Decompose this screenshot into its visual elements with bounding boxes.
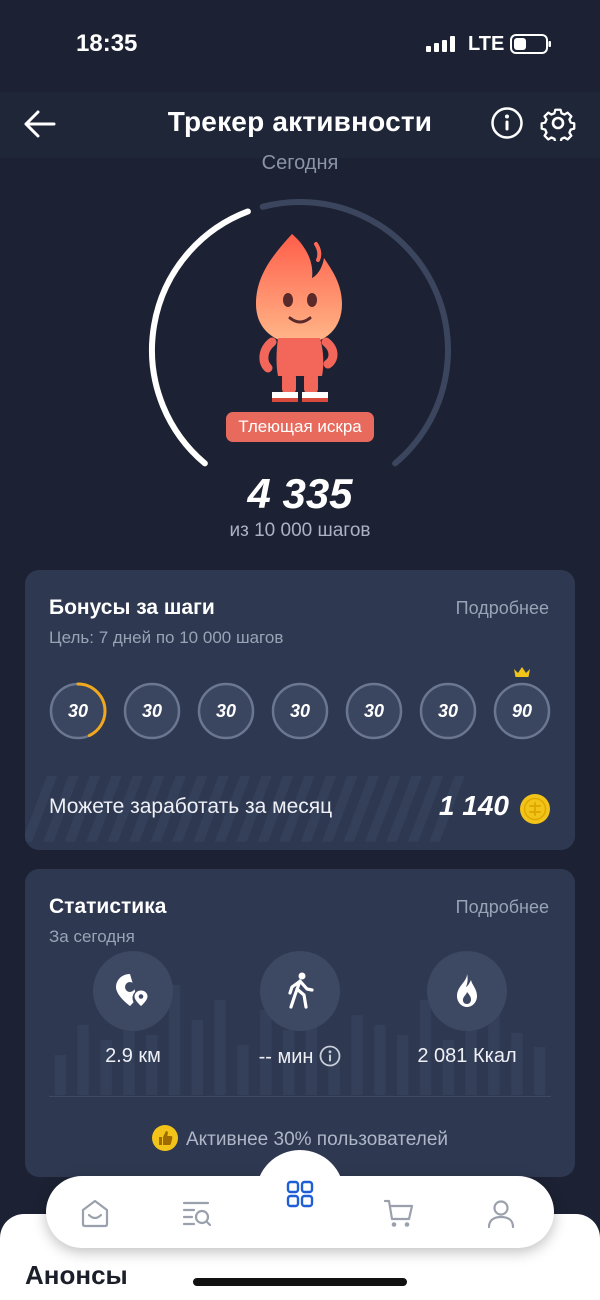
- bonus-card-title: Бонусы за шаги: [49, 596, 215, 619]
- bonus-day-circle: 30: [123, 682, 181, 740]
- steps-count: 4 335: [247, 470, 353, 517]
- status-bar: 18:35 LTE: [0, 0, 600, 90]
- bonus-day-value: 90: [511, 701, 533, 721]
- level-badge: Тлеющая искра: [226, 412, 374, 442]
- walking-person-icon: [288, 972, 314, 1009]
- stat-distance-circle: [93, 951, 173, 1031]
- battery-icon: [510, 34, 551, 54]
- bonus-day-value: 30: [289, 701, 311, 721]
- apps-grid-icon: [286, 1180, 314, 1208]
- stats-card-title: Статистика: [49, 895, 167, 918]
- period-label: Сегодня: [261, 152, 339, 174]
- steps-goal: из 10 000 шагов: [229, 520, 371, 541]
- home-icon[interactable]: [78, 1196, 112, 1230]
- bonus-card-subtitle: Цель: 7 дней по 10 000 шагов: [49, 628, 284, 647]
- stat-duration-circle: [260, 951, 340, 1031]
- cart-icon[interactable]: [382, 1196, 416, 1230]
- bonus-day-circle: 30: [271, 682, 329, 740]
- stat-distance: 2.9 км: [73, 951, 193, 1081]
- info-icon[interactable]: [490, 106, 524, 140]
- activity-comparison: Активнее 30% пользователей: [25, 1125, 575, 1151]
- bonus-day-circle: 30: [197, 682, 255, 740]
- bonus-day-circle: 30: [345, 682, 403, 740]
- bonus-day-value: 30: [141, 701, 163, 721]
- info-icon[interactable]: [319, 1045, 341, 1067]
- thumbs-up-icon: [151, 1125, 178, 1151]
- flame-icon: [457, 974, 477, 1007]
- stat-calories-value: 2 081 Ккал: [417, 1045, 517, 1067]
- apps-grid-button-inner: [262, 1156, 338, 1232]
- apps-grid-button[interactable]: [262, 1156, 338, 1232]
- bonus-day-circle: 30: [49, 682, 107, 740]
- earn-value: 1 140: [438, 790, 509, 821]
- app-header: Трекер активности: [0, 92, 600, 158]
- announcements-title: Анонсы: [25, 1260, 128, 1290]
- activity-comparison-text: Активнее 30% пользователей: [185, 1129, 449, 1150]
- coin-icon: [520, 794, 550, 824]
- stats-card-subtitle: За сегодня: [49, 927, 135, 946]
- bonus-day-circle: 30: [419, 682, 477, 740]
- bonus-day-value: 30: [215, 701, 237, 721]
- flame-mascot-illustration: [256, 234, 342, 402]
- home-indicator: [193, 1278, 407, 1286]
- stat-duration-value: -- мин: [220, 1045, 380, 1069]
- bonus-day-value: 30: [67, 701, 89, 721]
- stat-duration-text: -- мин: [258, 1046, 314, 1068]
- earn-label: Можете заработать за месяц: [49, 795, 333, 818]
- bonus-days-row: 30 30 30 30 30 30 90: [49, 667, 551, 742]
- bonus-more-link[interactable]: Подробнее: [456, 598, 549, 619]
- step-bonus-card[interactable]: //////////////////// Бонусы за шаги Подр…: [25, 570, 575, 850]
- profile-icon[interactable]: [484, 1196, 518, 1230]
- stat-calories-circle: [427, 951, 507, 1031]
- stat-calories: 2 081 Ккал: [407, 951, 527, 1081]
- catalog-search-icon[interactable]: [180, 1196, 214, 1230]
- bonus-day-value: 30: [437, 701, 459, 721]
- bonus-day-circle: 90: [493, 682, 551, 740]
- crown-icon: [514, 667, 530, 677]
- location-pin-icon: [116, 974, 150, 1007]
- stats-more-link[interactable]: Подробнее: [456, 897, 549, 918]
- signal-icon: [426, 36, 455, 52]
- stat-distance-value: 2.9 км: [105, 1045, 161, 1067]
- stat-duration: -- мин: [240, 951, 360, 1081]
- gear-icon[interactable]: [540, 105, 576, 141]
- status-time: 18:35: [76, 30, 138, 57]
- statistics-card[interactable]: Статистика Подробнее За сегодня 2.9 км -…: [25, 869, 575, 1177]
- stats-divider: [49, 1096, 551, 1097]
- bonus-day-value: 30: [363, 701, 385, 721]
- network-type: LTE: [468, 33, 505, 55]
